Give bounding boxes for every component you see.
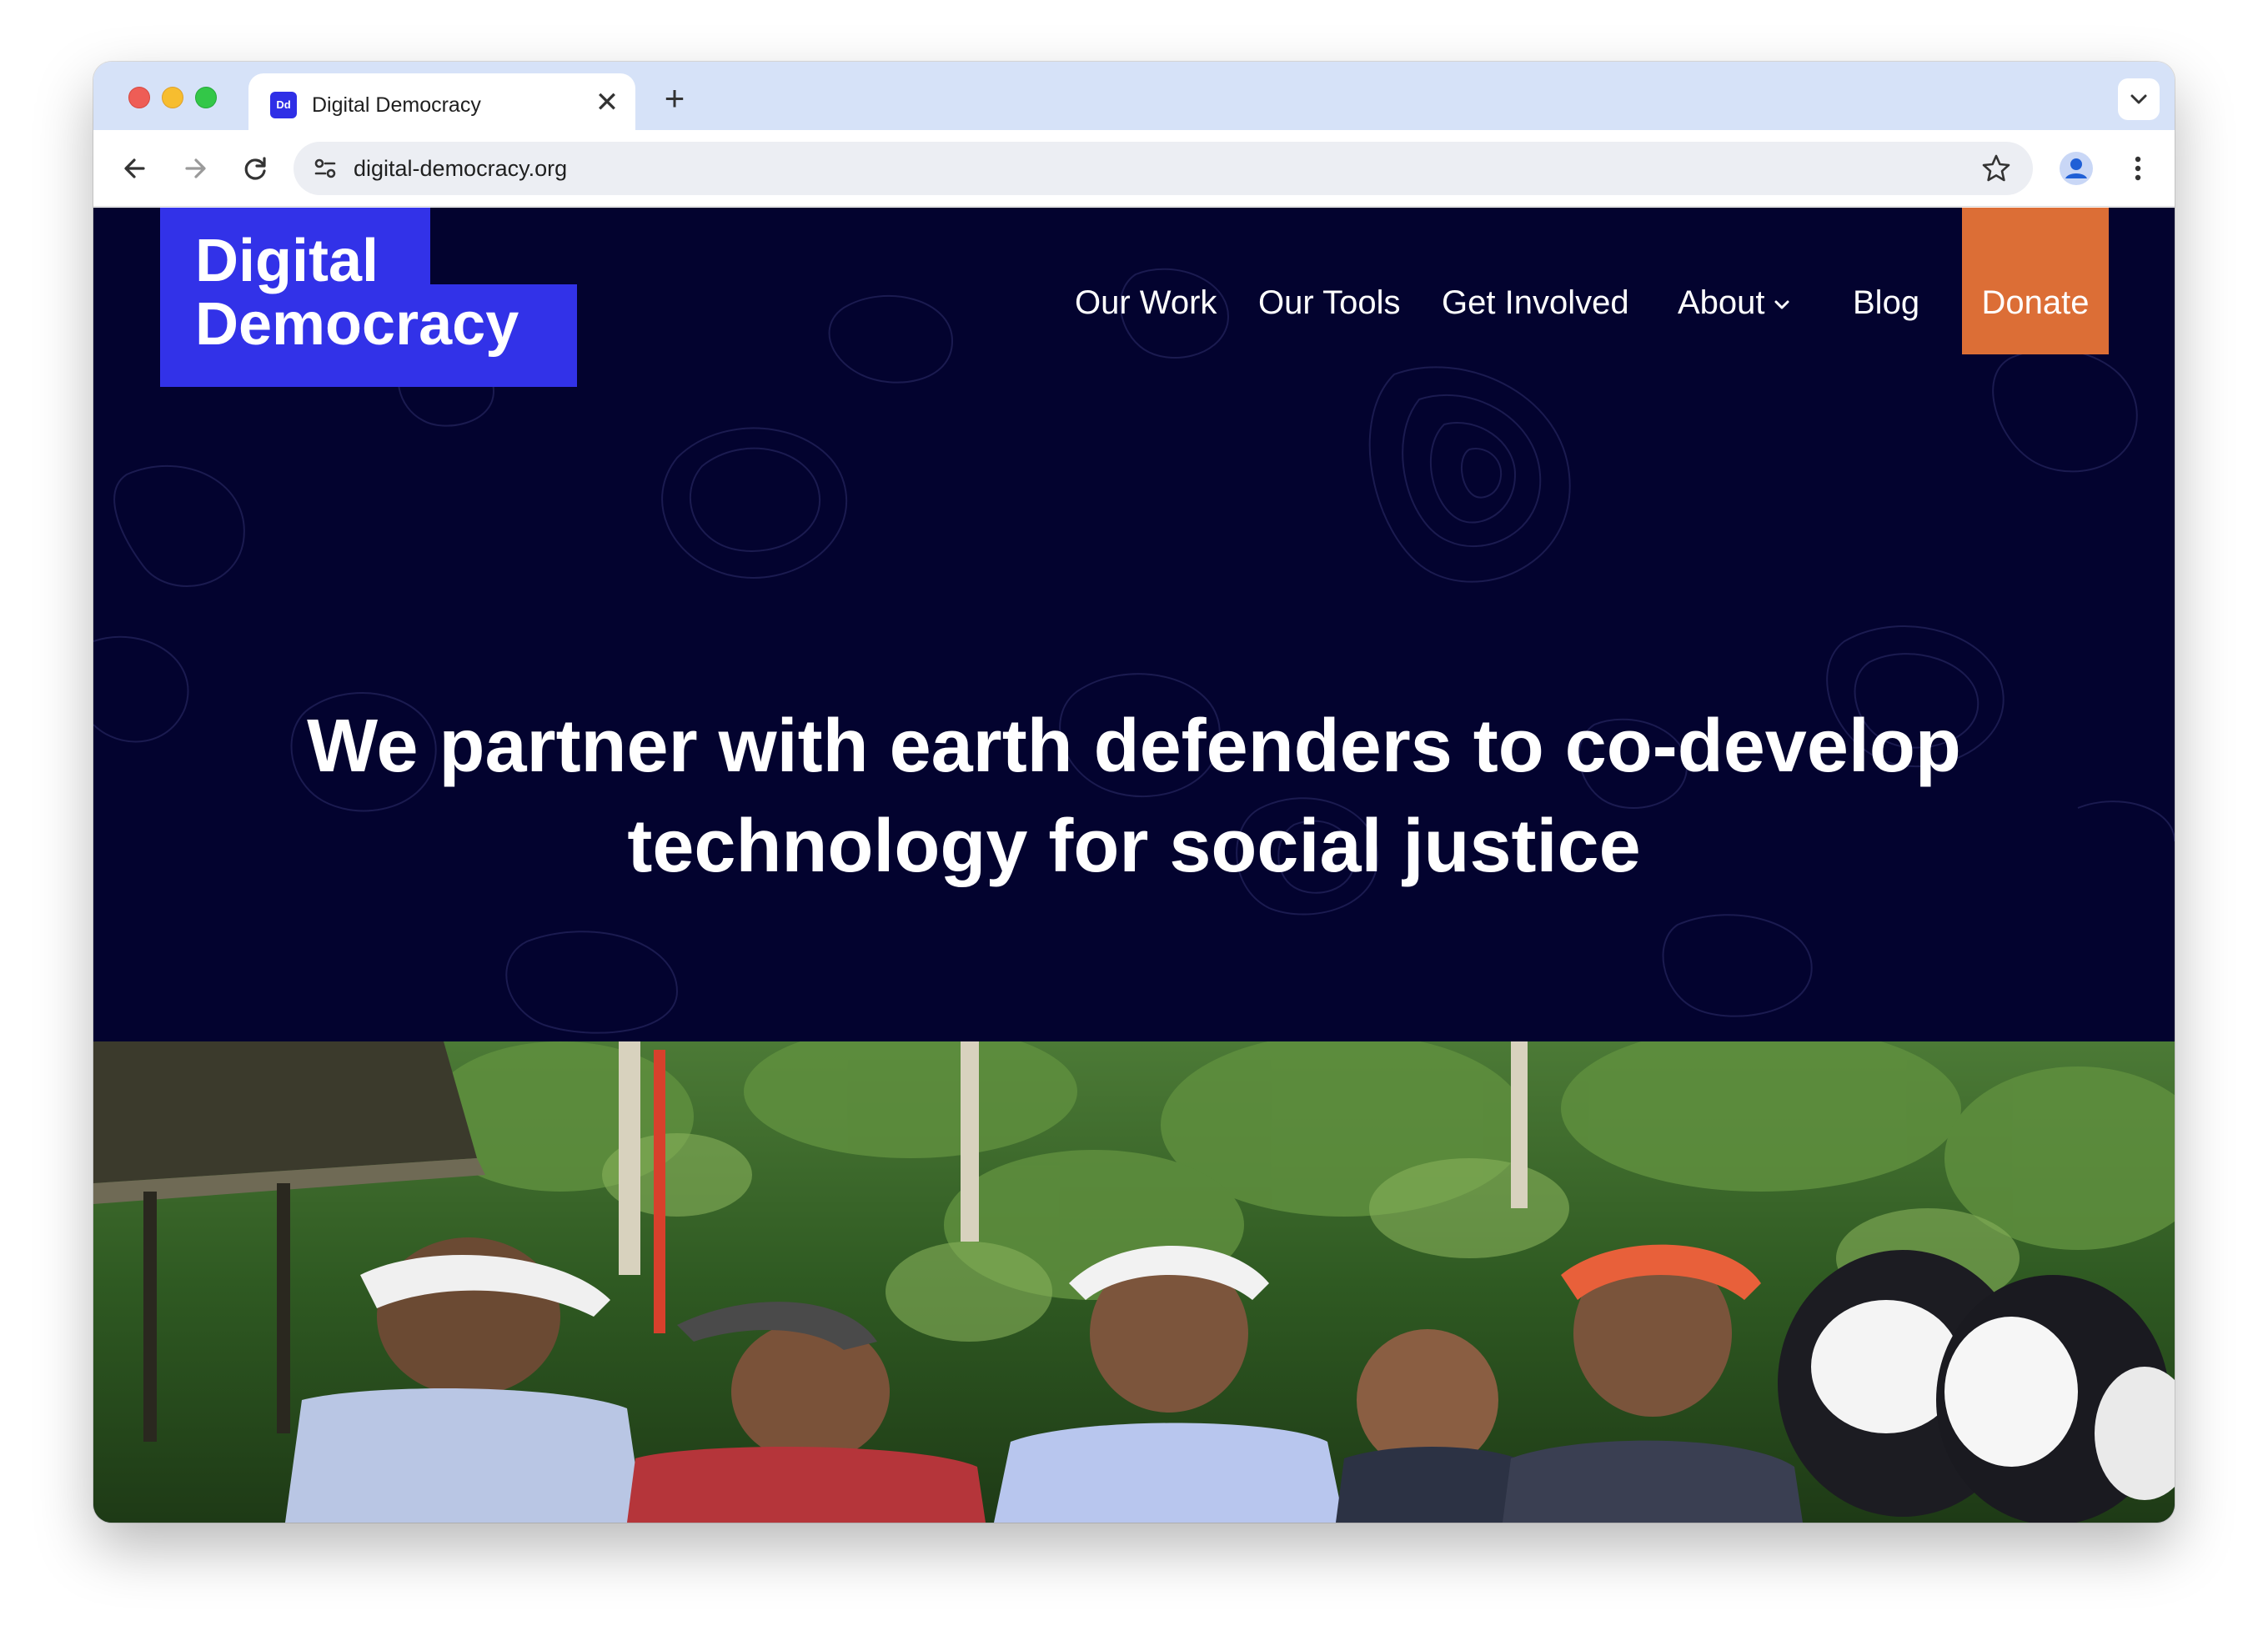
more-vert-icon [2135, 156, 2141, 181]
site-info-icon [314, 158, 336, 178]
chevron-down-icon [2130, 94, 2147, 104]
logo-text-line1: Digital [195, 228, 379, 294]
browser-menu-button[interactable] [2116, 147, 2160, 190]
url-text[interactable]: digital-democracy.org [354, 155, 567, 182]
browser-tab-active[interactable]: Dd Digital Democracy ✕ [248, 73, 635, 130]
tab-strip: Dd Digital Democracy ✕ + [93, 62, 2175, 130]
nav-our-work[interactable]: Our Work [1075, 283, 1217, 323]
nav-blog[interactable]: Blog [1853, 283, 1919, 323]
plus-icon[interactable]: + [654, 78, 695, 120]
tab-search-button[interactable] [2118, 78, 2160, 120]
tab-title: Digital Democracy [312, 93, 481, 117]
profile-icon [2060, 152, 2093, 185]
hero-photo [93, 1041, 2175, 1523]
hero-section: Digital Democracy Our Work Our Tools Get… [93, 208, 2175, 1041]
logo-text-line2: Democracy [195, 291, 519, 358]
back-arrow-icon [124, 158, 145, 178]
window-minimize-button[interactable] [162, 87, 183, 108]
bookmark-star-icon [1982, 154, 2010, 182]
back-button[interactable] [113, 147, 157, 190]
nav-our-tools[interactable]: Our Tools [1258, 283, 1400, 323]
nav-about-label: About [1678, 284, 1765, 321]
forward-button[interactable] [173, 147, 217, 190]
donate-button[interactable]: Donate [1962, 208, 2109, 354]
chevron-down-icon [1774, 300, 1789, 309]
window-zoom-button[interactable] [195, 87, 217, 108]
reload-button[interactable] [233, 147, 277, 190]
browser-window: Dd Digital Democracy ✕ + digital-democra… [93, 62, 2175, 1523]
site-info-button[interactable] [307, 150, 344, 187]
reload-icon [244, 157, 266, 180]
browser-toolbar: digital-democracy.org [93, 130, 2175, 207]
page-content: Digital Democracy Our Work Our Tools Get… [93, 208, 2175, 1523]
nav-get-involved[interactable]: Get Involved [1442, 283, 1629, 323]
address-bar[interactable]: digital-democracy.org [294, 142, 2033, 195]
site-logo[interactable]: Digital Democracy [160, 208, 577, 387]
nav-about[interactable]: About [1678, 283, 1792, 323]
bookmark-button[interactable] [1978, 150, 2015, 187]
forward-arrow-icon [185, 158, 206, 178]
window-close-button[interactable] [128, 87, 150, 108]
site-favicon-icon: Dd [270, 92, 297, 118]
close-icon[interactable]: ✕ [590, 87, 624, 120]
hero-headline: We partner with earth defenders to co-de… [307, 705, 1961, 888]
profile-button[interactable] [2055, 147, 2098, 190]
